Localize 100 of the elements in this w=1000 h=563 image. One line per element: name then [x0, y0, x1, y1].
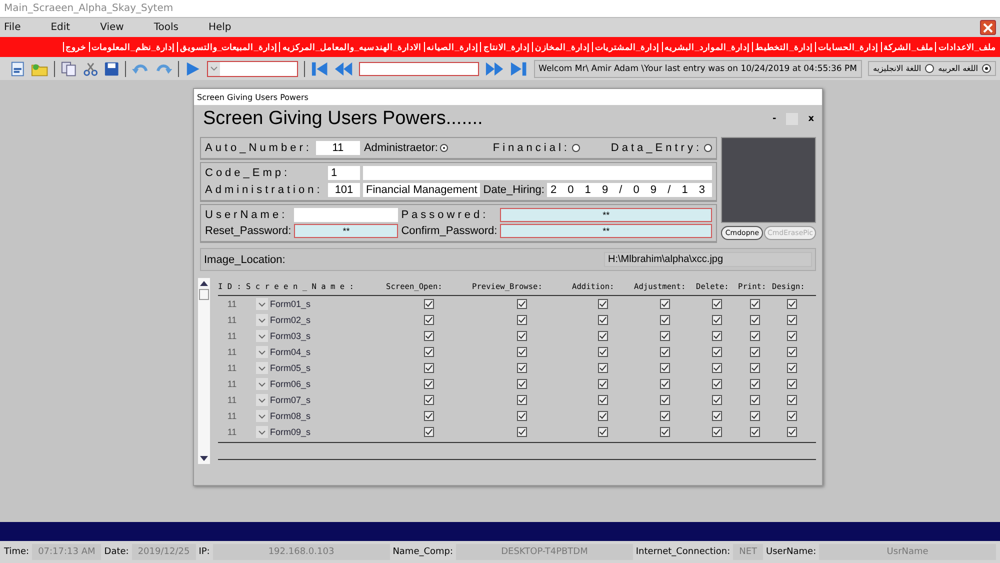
dropdown-button[interactable] — [256, 346, 268, 358]
permission-checkbox[interactable] — [598, 395, 608, 405]
permission-checkbox[interactable] — [660, 331, 670, 341]
scroll-up-icon[interactable] — [200, 280, 208, 286]
permission-checkbox[interactable] — [517, 411, 527, 421]
permission-checkbox[interactable] — [712, 395, 722, 405]
permission-checkbox[interactable] — [517, 331, 527, 341]
module-menu-item[interactable]: إدارة_الصيانه — [424, 42, 480, 52]
permission-checkbox[interactable] — [787, 363, 797, 373]
permission-checkbox[interactable] — [517, 315, 527, 325]
module-menu-item[interactable]: ملف_الشركة — [880, 42, 936, 52]
permission-checkbox[interactable] — [750, 395, 760, 405]
scissors-icon[interactable] — [82, 60, 98, 76]
menu-item[interactable]: View — [100, 22, 124, 33]
permission-checkbox[interactable] — [517, 347, 527, 357]
permission-checkbox[interactable] — [424, 395, 434, 405]
permission-checkbox[interactable] — [598, 299, 608, 309]
permission-checkbox[interactable] — [660, 299, 670, 309]
auto-number-field[interactable]: 11 — [316, 141, 360, 155]
menu-item[interactable]: File — [4, 22, 21, 33]
menu-item[interactable]: Tools — [154, 22, 178, 33]
copy-icon[interactable] — [61, 60, 77, 76]
permission-checkbox[interactable] — [424, 363, 434, 373]
permission-checkbox[interactable] — [424, 331, 434, 341]
permission-checkbox[interactable] — [787, 395, 797, 405]
permission-checkbox[interactable] — [517, 299, 527, 309]
permission-checkbox[interactable] — [660, 315, 670, 325]
rewind-icon[interactable] — [334, 60, 354, 76]
dropdown-button[interactable] — [256, 378, 268, 390]
minimize-button[interactable]: - — [772, 114, 776, 124]
permission-checkbox[interactable] — [750, 379, 760, 389]
permission-checkbox[interactable] — [598, 315, 608, 325]
close-button[interactable]: x — [808, 114, 814, 124]
module-menu-item[interactable]: إدارة_المبيعات_والتسويق — [177, 42, 280, 52]
permission-checkbox[interactable] — [660, 363, 670, 373]
module-menu-item[interactable]: إدارة_الموارد_البشريه — [662, 42, 752, 52]
permission-checkbox[interactable] — [787, 299, 797, 309]
permission-checkbox[interactable] — [517, 395, 527, 405]
permission-checkbox[interactable] — [787, 331, 797, 341]
administration-name-field[interactable]: Financial Management — [363, 183, 480, 197]
close-button[interactable] — [980, 20, 996, 35]
fast-forward-icon[interactable] — [485, 60, 504, 76]
dropdown-button[interactable] — [256, 362, 268, 374]
permission-checkbox[interactable] — [712, 331, 722, 341]
employee-name-field[interactable] — [363, 166, 712, 180]
module-menu-item[interactable]: إدارة_المشتريات — [592, 42, 662, 52]
module-menu-item[interactable]: خروج — [62, 42, 89, 52]
document-icon[interactable] — [10, 60, 26, 76]
module-menu-item[interactable]: إدارة_الحسابات — [814, 42, 881, 52]
dropdown-button[interactable] — [256, 394, 268, 406]
permission-checkbox[interactable] — [424, 411, 434, 421]
permission-checkbox[interactable] — [424, 427, 434, 437]
password-field[interactable]: ** — [500, 208, 712, 222]
empty-table-row[interactable] — [218, 442, 816, 460]
menu-item[interactable]: Edit — [50, 22, 70, 33]
module-menu-item[interactable]: إدارة_التخطيط — [752, 42, 815, 52]
role-radio[interactable] — [572, 144, 580, 152]
permission-checkbox[interactable] — [598, 347, 608, 357]
permission-checkbox[interactable] — [598, 331, 608, 341]
permission-checkbox[interactable] — [787, 379, 797, 389]
permission-checkbox[interactable] — [598, 363, 608, 373]
permission-checkbox[interactable] — [712, 411, 722, 421]
dropdown-button[interactable] — [256, 330, 268, 342]
record-field[interactable] — [359, 62, 480, 76]
permission-checkbox[interactable] — [424, 347, 434, 357]
image-location-field[interactable]: H:\Mlbrahim\alpha\xcc.jpg — [604, 252, 812, 267]
role-radio[interactable] — [440, 144, 448, 152]
code-emp-field[interactable]: 1 — [328, 166, 360, 180]
permission-checkbox[interactable] — [660, 347, 670, 357]
role-radio[interactable] — [704, 144, 712, 152]
permission-checkbox[interactable] — [712, 427, 722, 437]
confirm-password-field[interactable]: ** — [500, 224, 712, 238]
permission-checkbox[interactable] — [660, 427, 670, 437]
dropdown-button[interactable] — [256, 314, 268, 326]
permission-checkbox[interactable] — [598, 427, 608, 437]
permission-checkbox[interactable] — [517, 379, 527, 389]
permission-checkbox[interactable] — [750, 331, 760, 341]
permission-checkbox[interactable] — [787, 315, 797, 325]
administration-code-field[interactable]: 101 — [328, 183, 360, 197]
language-radio[interactable] — [925, 64, 934, 73]
permission-checkbox[interactable] — [517, 427, 527, 437]
permission-checkbox[interactable] — [750, 315, 760, 325]
permission-checkbox[interactable] — [712, 315, 722, 325]
permission-checkbox[interactable] — [750, 363, 760, 373]
module-menu-item[interactable]: ملف_الاعدادات — [935, 42, 998, 52]
permission-checkbox[interactable] — [598, 379, 608, 389]
permission-checkbox[interactable] — [517, 363, 527, 373]
scroll-bar[interactable] — [198, 278, 210, 464]
first-record-icon[interactable] — [311, 60, 328, 76]
permission-checkbox[interactable] — [598, 411, 608, 421]
reset-password-field[interactable]: ** — [294, 224, 398, 238]
module-menu-item[interactable]: إدارة_الانتاج — [480, 42, 532, 52]
username-field[interactable] — [294, 208, 398, 222]
permission-checkbox[interactable] — [787, 411, 797, 421]
module-menu-item[interactable]: الادارة_الهندسيه_والمعامل_المركزيه — [279, 42, 424, 52]
permission-checkbox[interactable] — [787, 347, 797, 357]
permission-checkbox[interactable] — [750, 427, 760, 437]
permission-checkbox[interactable] — [712, 363, 722, 373]
dropdown-button[interactable] — [256, 298, 268, 310]
module-menu-item[interactable]: إدارة_نظم_المعلومات — [88, 42, 177, 52]
